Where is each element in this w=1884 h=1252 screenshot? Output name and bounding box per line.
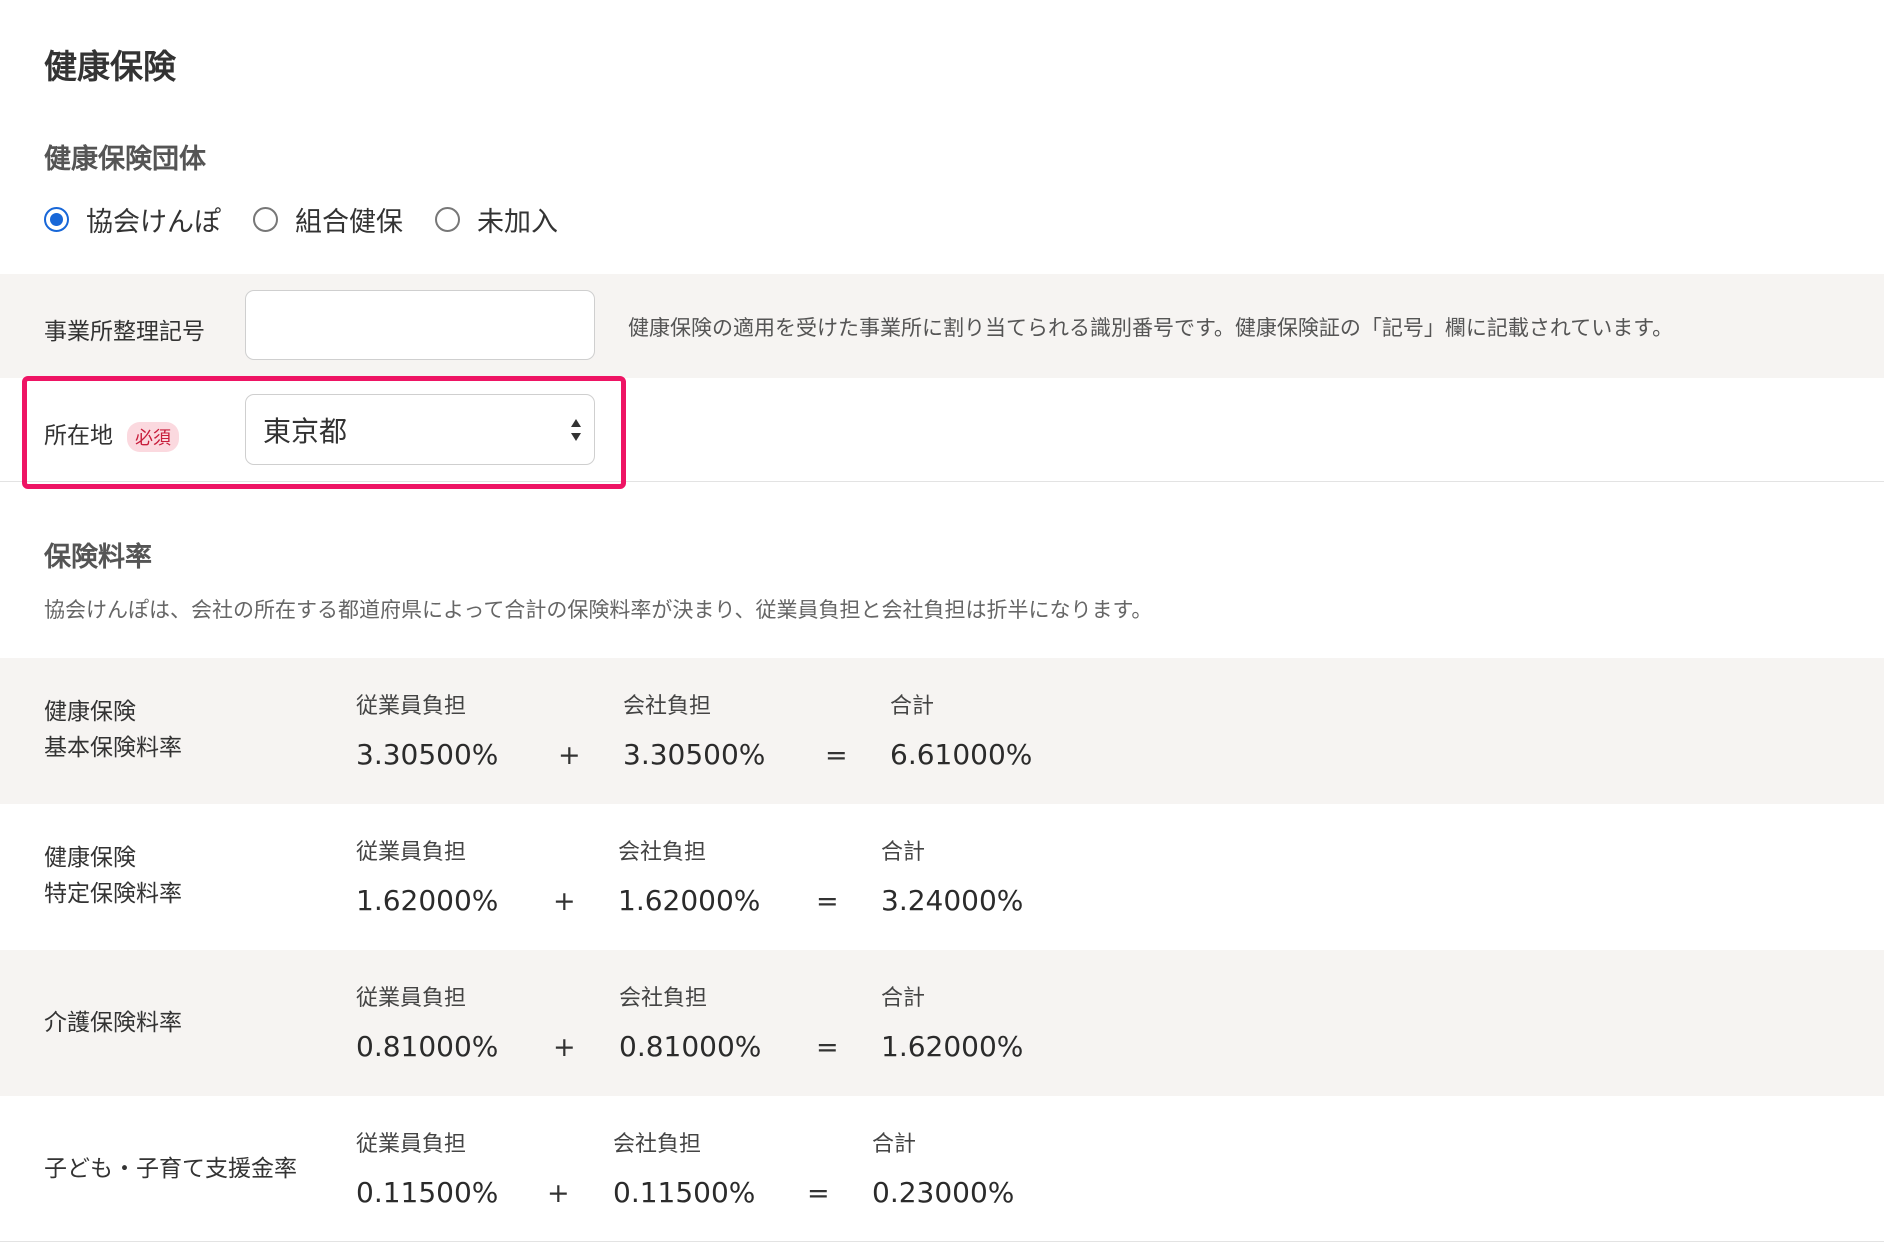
office-number-row: 事業所整理記号 健康保険の適用を受けた事業所に割り当てられる識別番号です。健康保… xyxy=(0,274,1884,378)
radio-kyokai-kenpo[interactable]: 協会けんぽ xyxy=(44,200,221,239)
highlight-frame xyxy=(22,376,626,489)
rate-name-line1: 介護保険料率 xyxy=(44,1010,182,1036)
total-rate: 1.62000% xyxy=(881,1030,1024,1063)
company-rate: 0.81000% xyxy=(619,1030,762,1063)
rate-row: 健康保険 特定保険料率 従業員負担 1.62000% + 会社負担 1.6200… xyxy=(0,804,1884,950)
radio-kumiai-kenpo[interactable]: 組合健保 xyxy=(253,200,403,239)
company-header: 会社負担 xyxy=(623,694,712,719)
rate-name-line2: 特定保険料率 xyxy=(44,881,182,907)
rate-name: 健康保険 特定保険料率 xyxy=(44,840,182,912)
radio-label: 協会けんぽ xyxy=(86,207,221,238)
rates-description: 協会けんぽは、会社の所在する都道府県によって合計の保険料率が決まり、従業員負担と… xyxy=(44,598,1153,622)
rate-name: 子ども・子育て支援金率 xyxy=(44,1151,297,1187)
company-rate: 0.11500% xyxy=(613,1176,756,1209)
equals-sign: = xyxy=(816,886,839,917)
rate-name-line1: 健康保険 xyxy=(44,699,136,725)
rate-name-line1: 子ども・子育て支援金率 xyxy=(44,1156,297,1182)
health-insurance-settings: 健康保険 健康保険団体 協会けんぽ 組合健保 未加入 事業所整理記号 健康保険の… xyxy=(0,0,1884,1252)
company-rate: 1.62000% xyxy=(618,884,761,917)
radio-unchecked-icon[interactable] xyxy=(253,207,278,232)
employee-rate: 3.30500% xyxy=(356,738,499,771)
employee-header: 従業員負担 xyxy=(356,840,467,865)
rate-row: 介護保険料率 従業員負担 0.81000% + 会社負担 0.81000% = … xyxy=(0,950,1884,1096)
company-header: 会社負担 xyxy=(619,986,708,1011)
employee-rate: 0.81000% xyxy=(356,1030,499,1063)
plus-sign: + xyxy=(547,1178,570,1209)
employee-header: 従業員負担 xyxy=(356,986,467,1011)
plus-sign: + xyxy=(553,1032,576,1063)
rate-name-line1: 健康保険 xyxy=(44,845,136,871)
employee-header: 従業員負担 xyxy=(356,694,467,719)
rate-name: 健康保険 基本保険料率 xyxy=(44,694,182,766)
radio-label: 組合健保 xyxy=(295,207,403,238)
equals-sign: = xyxy=(816,1032,839,1063)
rates-title: 保険料率 xyxy=(44,542,152,573)
equals-sign: = xyxy=(807,1178,830,1209)
radio-not-enrolled[interactable]: 未加入 xyxy=(435,200,558,239)
rate-name: 介護保険料率 xyxy=(44,1005,182,1041)
rate-name-line2: 基本保険料率 xyxy=(44,735,182,761)
section-title: 健康保険 xyxy=(44,47,176,86)
company-header: 会社負担 xyxy=(618,840,707,865)
employee-rate: 0.11500% xyxy=(356,1176,499,1209)
employee-rate: 1.62000% xyxy=(356,884,499,917)
total-rate: 6.61000% xyxy=(890,738,1033,771)
company-rate: 3.30500% xyxy=(623,738,766,771)
office-number-input[interactable] xyxy=(245,290,595,360)
plus-sign: + xyxy=(553,886,576,917)
total-header: 合計 xyxy=(872,1132,917,1157)
insurance-org-title: 健康保険団体 xyxy=(44,144,206,175)
total-header: 合計 xyxy=(881,986,926,1011)
office-number-help: 健康保険の適用を受けた事業所に割り当てられる識別番号です。健康保険証の「記号」欄… xyxy=(628,316,1674,340)
equals-sign: = xyxy=(825,740,848,771)
total-header: 合計 xyxy=(881,840,926,865)
radio-unchecked-icon[interactable] xyxy=(435,207,460,232)
rate-row: 健康保険 基本保険料率 従業員負担 3.30500% + 会社負担 3.3050… xyxy=(0,658,1884,804)
radio-label: 未加入 xyxy=(477,207,558,238)
rate-row: 子ども・子育て支援金率 従業員負担 0.11500% + 会社負担 0.1150… xyxy=(0,1096,1884,1242)
plus-sign: + xyxy=(558,740,581,771)
company-header: 会社負担 xyxy=(613,1132,702,1157)
employee-header: 従業員負担 xyxy=(356,1132,467,1157)
total-rate: 0.23000% xyxy=(872,1176,1015,1209)
total-rate: 3.24000% xyxy=(881,884,1024,917)
office-number-label: 事業所整理記号 xyxy=(44,319,205,345)
insurance-org-radio-group: 協会けんぽ 組合健保 未加入 xyxy=(44,200,590,239)
radio-checked-icon[interactable] xyxy=(44,207,69,232)
total-header: 合計 xyxy=(890,694,935,719)
